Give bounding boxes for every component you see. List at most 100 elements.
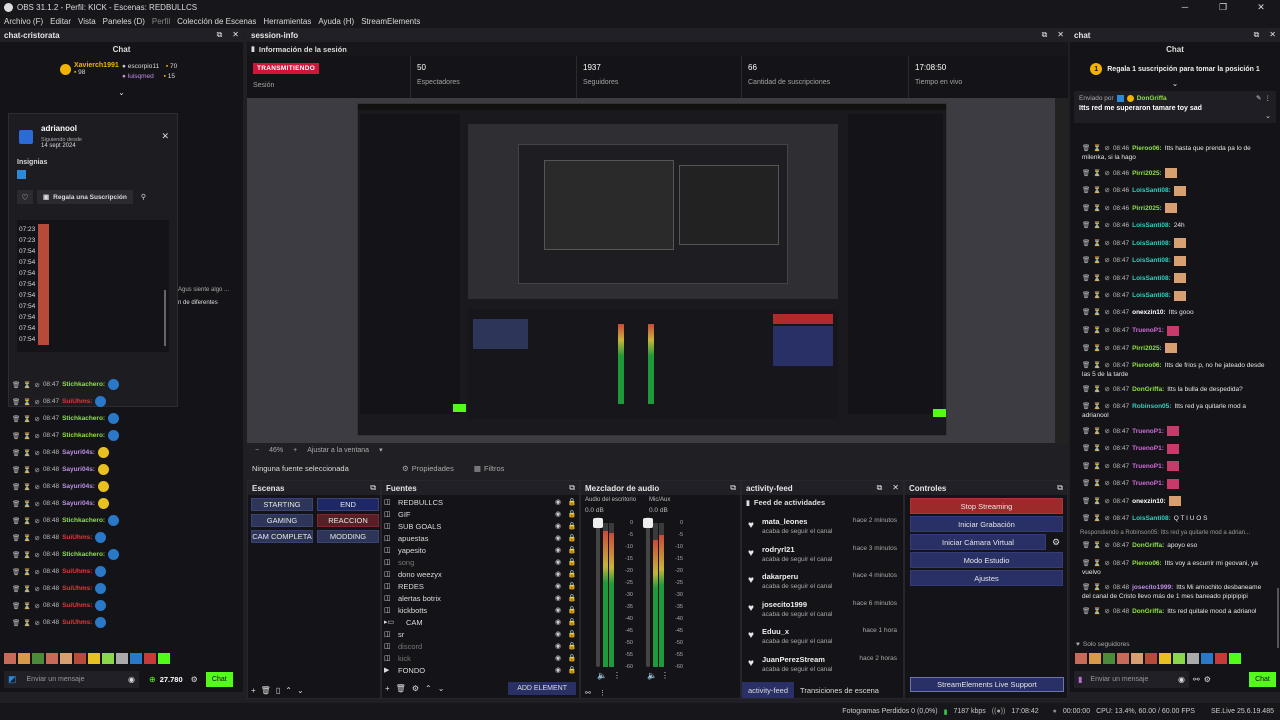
ban-icon[interactable]: ⊘ [34,551,39,559]
message-user[interactable]: Sayuri04s: [62,500,95,507]
ban-icon[interactable]: ⊘ [1104,608,1109,615]
emote-picker-icon[interactable] [60,653,72,664]
delete-icon[interactable]: 🗑 [1082,257,1090,264]
menu-archivo[interactable]: Archivo (F) [4,17,43,26]
lock-icon[interactable]: 🔒 [565,642,579,650]
delete-icon[interactable]: 🗑 [1082,292,1090,299]
ban-icon[interactable]: ⊘ [34,381,39,389]
source-item[interactable]: ◫ song ◉ 🔒 [382,556,579,568]
ban-icon[interactable]: ⊘ [1104,257,1109,264]
message-user[interactable]: SuiUhms: [62,619,92,626]
delete-icon[interactable]: 🗑 [12,432,20,440]
emote-picker-icon[interactable] [1173,653,1185,664]
gift-banner[interactable]: Regala 1 suscripción para tomar la posic… [1107,66,1260,73]
timeout-icon[interactable]: ⏳ [23,551,31,559]
filters-button[interactable]: ▦ Filtros [474,464,505,473]
message-user[interactable]: Pirri2025: [1132,345,1162,352]
delete-icon[interactable]: 🗑 [12,483,20,491]
scene-filter-icon[interactable]: ▯ [276,686,280,695]
delete-icon[interactable]: 🗑 [12,415,20,423]
float-icon[interactable]: ⧉ [569,483,575,493]
timeout-icon[interactable]: ⏳ [23,602,31,610]
visibility-eye-icon[interactable]: ◉ [551,498,565,506]
preview-scrollbar[interactable] [1055,98,1068,443]
ban-icon[interactable]: ⊘ [34,534,39,542]
add-source-icon[interactable]: + [385,684,390,693]
message-user[interactable]: Stichkachero: [62,551,105,558]
ban-icon[interactable]: ⊘ [1104,145,1109,152]
delete-icon[interactable]: 🗑 [1082,327,1090,334]
timeout-icon[interactable]: ⏳ [23,585,31,593]
minimize-icon[interactable]: ─ [1166,2,1204,13]
emote-picker-icon[interactable] [74,653,86,664]
timeout-icon[interactable]: ⏳ [1093,584,1101,591]
source-item[interactable]: ◫ yapesito ◉ 🔒 [382,544,579,556]
menu-streamelements[interactable]: StreamElements [361,17,420,26]
message-user[interactable]: Pieroo06: [1132,362,1162,369]
move-up-icon[interactable]: ⌃ [285,686,292,695]
stop-streaming-button[interactable]: Stop Streaming [910,498,1063,514]
delete-icon[interactable]: 🗑 [1082,309,1090,316]
timeout-icon[interactable]: ⏳ [1093,463,1101,470]
close-icon[interactable]: ✕ [1269,30,1276,40]
source-item[interactable]: ◫ REDES ◉ 🔒 [382,580,579,592]
ban-icon[interactable]: ⊘ [1104,240,1109,247]
pinned-user[interactable]: DonGriffa [1137,95,1167,102]
channel-1-fader[interactable] [596,517,600,667]
visibility-eye-icon[interactable]: ◉ [551,642,565,650]
ban-icon[interactable]: ⊘ [1104,515,1109,522]
timeout-icon[interactable]: ⏳ [1093,428,1101,435]
close-icon[interactable]: ✕ [232,30,239,40]
pin-icon[interactable]: ⚲ [141,193,146,201]
message-user[interactable]: Stichkachero: [62,381,105,388]
delete-icon[interactable]: 🗑 [12,551,20,559]
live-support-button[interactable]: StreamElements Live Support [910,677,1064,692]
scene-gaming[interactable]: GAMING [251,514,313,527]
ban-icon[interactable]: ⊘ [34,398,39,406]
visibility-eye-icon[interactable]: ◉ [551,534,565,542]
preview-canvas[interactable] [247,98,1055,443]
visibility-eye-icon[interactable]: ◉ [551,606,565,614]
visibility-eye-icon[interactable]: ◉ [551,654,565,662]
ban-icon[interactable]: ⊘ [1104,445,1109,452]
message-user[interactable]: TruenoP1: [1132,445,1164,452]
popup-close-icon[interactable]: ✕ [161,131,169,142]
timeout-icon[interactable]: ⏳ [23,534,31,542]
timeout-icon[interactable]: ⏳ [23,381,31,389]
visibility-eye-icon[interactable]: ◉ [551,570,565,578]
delete-icon[interactable]: 🗑 [1082,445,1090,452]
virtual-camera-settings-icon[interactable]: ⚙ [1049,537,1063,548]
emote-picker-icon[interactable] [158,653,170,664]
delete-icon[interactable]: 🗑 [1082,275,1090,282]
delete-icon[interactable]: 🗑 [1082,584,1090,591]
visibility-eye-icon[interactable]: ◉ [551,666,565,674]
add-scene-icon[interactable]: + [251,686,256,695]
ban-icon[interactable]: ⊘ [1104,428,1109,435]
gift-sub-button[interactable]: ▣ Regala una Suscripción [37,190,133,204]
channel-2-fader-handle[interactable] [643,518,653,528]
message-user[interactable]: LoisSanti08: [1132,257,1171,264]
timeout-icon[interactable]: ⏳ [1093,170,1101,177]
visibility-eye-icon[interactable]: ◉ [551,522,565,530]
emote-picker-icon[interactable] [18,653,30,664]
lock-icon[interactable]: 🔒 [565,534,579,542]
right-chat-input[interactable]: ▮ Enviar un mensaje ◉ [1074,670,1189,688]
delete-icon[interactable]: 🗑 [12,534,20,542]
timeout-icon[interactable]: ⏳ [23,483,31,491]
float-icon[interactable]: ⧉ [370,483,376,493]
visibility-eye-icon[interactable]: ◉ [551,618,565,626]
ban-icon[interactable]: ⊘ [34,568,39,576]
message-user[interactable]: LoisSanti08: [1132,515,1171,522]
fit-window-select[interactable]: Ajustar a la ventana [307,447,369,454]
source-item[interactable]: ▸▭ CAM ◉ 🔒 [382,616,579,628]
delete-icon[interactable]: 🗑 [1082,386,1090,393]
timeout-icon[interactable]: ⏳ [23,568,31,576]
settings-button[interactable]: Ajustes [910,570,1063,586]
visibility-eye-icon[interactable]: ◉ [551,510,565,518]
emote-picker-icon[interactable] [102,653,114,664]
timeout-icon[interactable]: ⏳ [1093,222,1101,229]
timeout-icon[interactable]: ⏳ [23,466,31,474]
scene-end[interactable]: END [317,498,379,511]
emote-picker-icon[interactable] [1215,653,1227,664]
message-user[interactable]: Stichkachero: [62,415,105,422]
